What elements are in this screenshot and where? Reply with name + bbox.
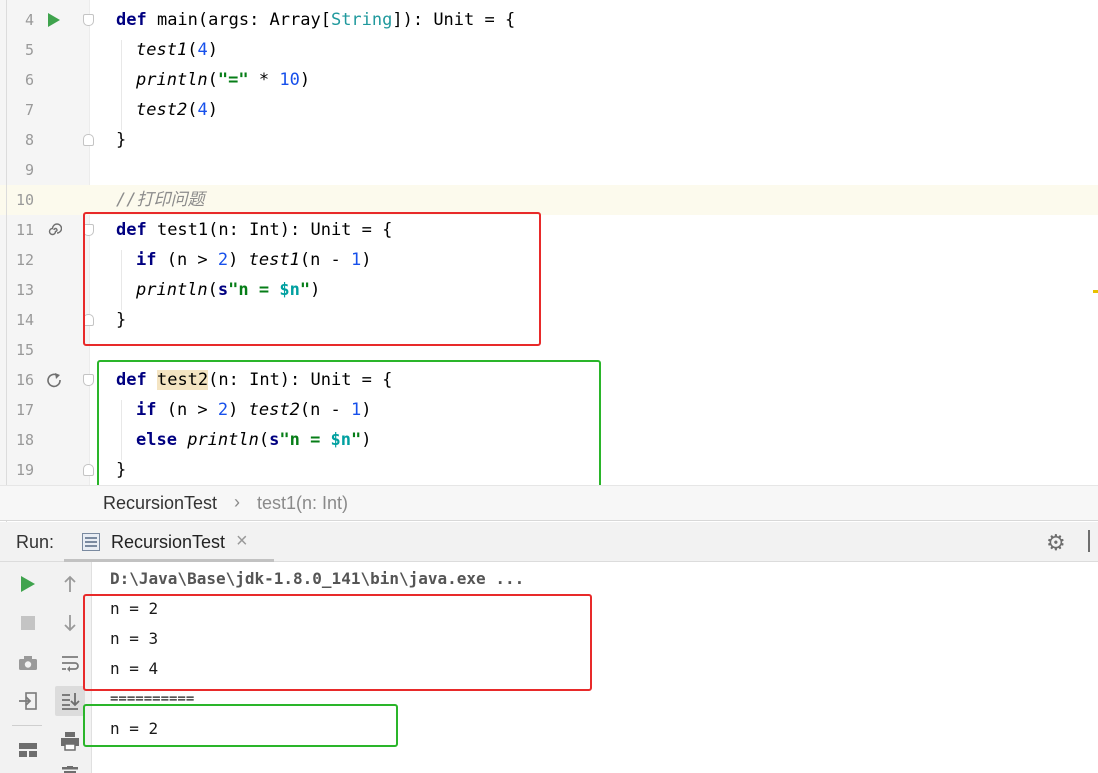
print-icon[interactable] (57, 728, 83, 754)
run-toolbar (0, 562, 92, 773)
code-text: def main(args: Array[String]): Unit = { (116, 10, 516, 30)
code-editor[interactable]: 4 def main(args: Array[String]): Unit = … (0, 0, 1098, 488)
recursive-call-icon[interactable] (44, 215, 64, 245)
arrow-down-icon[interactable] (57, 610, 83, 636)
annotation-green-box (97, 360, 601, 488)
breadcrumb-item-class[interactable]: RecursionTest (103, 493, 217, 514)
fold-marker[interactable] (83, 464, 94, 476)
code-line[interactable]: 6 println("=" * 10) (0, 65, 1098, 95)
code-line[interactable]: 8 } (0, 125, 1098, 155)
run-tab-recursiontest[interactable]: RecursionTest × (64, 522, 274, 562)
breadcrumb: RecursionTest › test1(n: Int) (0, 485, 1098, 521)
stop-icon[interactable] (15, 610, 41, 636)
fold-marker[interactable] (83, 134, 94, 146)
run-gutter-icon[interactable] (44, 5, 64, 35)
fold-marker[interactable] (83, 374, 94, 386)
code-text: test2(4) (136, 100, 218, 120)
close-icon[interactable]: × (236, 530, 248, 553)
code-line[interactable]: 5 test1(4) (0, 35, 1098, 65)
console-icon (82, 533, 100, 551)
console-command-line: D:\Java\Base\jdk-1.8.0_141\bin\java.exe … (110, 569, 525, 588)
run-panel-header: Run: RecursionTest × ⚙ (0, 522, 1098, 562)
code-text: test1(4) (136, 40, 218, 60)
code-text: println("=" * 10) (136, 70, 311, 90)
breadcrumb-item-method[interactable]: test1(n: Int) (257, 493, 348, 514)
rerun-icon[interactable] (15, 571, 41, 597)
code-line[interactable]: 7 test2(4) (0, 95, 1098, 125)
code-line[interactable]: 9 (0, 155, 1098, 185)
import-icon[interactable] (15, 688, 41, 714)
hide-panel-icon[interactable] (1088, 530, 1098, 552)
warning-marker[interactable] (1093, 290, 1098, 293)
tail-recursion-icon[interactable] (44, 365, 64, 395)
run-tab-title: RecursionTest (111, 532, 226, 552)
run-label: Run: (16, 532, 55, 552)
breadcrumb-separator-icon: › (234, 492, 240, 512)
trash-icon[interactable] (57, 760, 83, 773)
code-line-current[interactable]: 10 //打印问题 (0, 185, 1098, 215)
toolbar-separator (12, 725, 42, 726)
annotation-red-box (83, 212, 541, 346)
layout-icon[interactable] (15, 737, 41, 763)
code-line[interactable]: 4 def main(args: Array[String]): Unit = … (0, 5, 1098, 35)
gear-icon[interactable]: ⚙ (1046, 530, 1066, 556)
scroll-to-end-icon[interactable] (55, 686, 85, 716)
soft-wrap-icon[interactable] (57, 650, 83, 676)
code-text: } (116, 130, 127, 150)
fold-marker[interactable] (83, 14, 94, 26)
annotation-green-box (83, 704, 398, 747)
code-comment: //打印问题 (116, 190, 205, 210)
annotation-red-box (83, 594, 592, 691)
camera-icon[interactable] (15, 650, 41, 676)
arrow-up-icon[interactable] (57, 571, 83, 597)
